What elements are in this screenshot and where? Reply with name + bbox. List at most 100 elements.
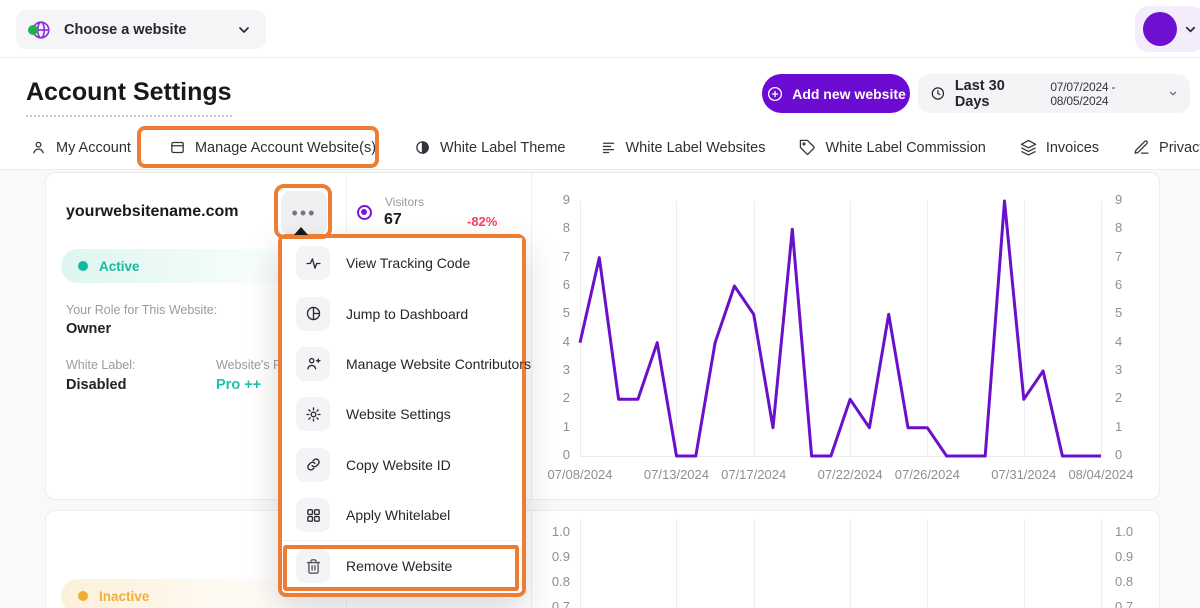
white-label-label: White Label: — [66, 358, 135, 372]
menu-item-jump-to-dashboard[interactable]: Jump to Dashboard — [282, 288, 522, 338]
inactive-dot — [78, 591, 88, 601]
gridline — [1024, 519, 1025, 608]
status-green-dot — [28, 25, 38, 35]
status-label: Active — [99, 259, 140, 274]
activity-icon — [296, 246, 330, 280]
menu-item-manage-website-contributors[interactable]: Manage Website Contributors — [282, 339, 522, 389]
gridline — [927, 519, 928, 608]
tab-label: Invoices — [1046, 140, 1099, 156]
y-axis-label-right: 0.7 — [1115, 599, 1133, 608]
menu-item-label: Apply Whitelabel — [346, 507, 450, 523]
white-label-value: Disabled — [66, 377, 126, 393]
tag-icon — [799, 139, 816, 156]
gridline — [754, 519, 755, 608]
menu-item-view-tracking-code[interactable]: View Tracking Code — [282, 238, 522, 288]
chevron-down-icon — [236, 22, 252, 38]
tab-label: Privacy Consents — [1159, 140, 1200, 156]
website-actions-menu: View Tracking Code Jump to Dashboard Man… — [278, 234, 526, 597]
menu-item-copy-website-id[interactable]: Copy Website ID — [282, 440, 522, 490]
second-chart: 1.0 1.0 0.9 0.9 0.8 0.8 0.7 0.7 — [531, 511, 1161, 608]
add-button-label: Add new website — [792, 86, 906, 102]
visitors-line — [532, 173, 1162, 501]
menu-item-website-settings[interactable]: Website Settings — [282, 389, 522, 439]
role-label: Your Role for This Website: — [66, 303, 217, 317]
avatar — [1143, 12, 1177, 46]
y-axis-label-left: 1.0 — [540, 524, 570, 539]
topbar: Choose a website — [0, 0, 1200, 58]
y-axis-label-right: 0.9 — [1115, 549, 1133, 564]
tab-white-label-theme[interactable]: White Label Theme — [414, 139, 565, 156]
active-dot — [78, 261, 88, 271]
menu-item-label: Website Settings — [346, 406, 451, 422]
tab-my-account[interactable]: My Account — [30, 139, 131, 156]
tab-label: White Label Websites — [626, 140, 766, 156]
link-icon — [296, 448, 330, 482]
tab-label: My Account — [56, 140, 131, 156]
menu-item-label: Manage Website Contributors — [346, 356, 531, 372]
tab-invoices[interactable]: Invoices — [1020, 139, 1099, 156]
browser-icon — [169, 139, 186, 156]
tab-manage-account-websites[interactable]: Manage Account Website(s) — [165, 139, 380, 156]
visitors-metric-value: 67 — [384, 211, 402, 229]
visitors-metric-change: -82% — [467, 214, 497, 229]
date-range-label: Last 30 Days — [955, 78, 1038, 110]
tab-label: White Label Commission — [825, 140, 985, 156]
visitors-chart: 0011223344556677889907/08/202407/13/2024… — [531, 173, 1161, 499]
tab-label: White Label Theme — [440, 140, 565, 156]
status-badge-inactive: Inactive — [61, 579, 301, 608]
chevron-down-icon — [1183, 22, 1198, 37]
date-range-picker[interactable]: Last 30 Days 07/07/2024 - 08/05/2024 — [918, 74, 1190, 113]
user-icon — [30, 139, 47, 156]
clock-icon — [930, 85, 946, 102]
contrast-icon — [414, 139, 431, 156]
pie-chart-icon — [296, 297, 330, 331]
page-title: Account Settings — [26, 78, 232, 117]
user-plus-icon — [296, 347, 330, 381]
website-row-active: yourwebsitename.com ••• Active Your Role… — [45, 172, 1160, 500]
user-menu[interactable] — [1135, 6, 1200, 52]
y-axis-label-left: 0.8 — [540, 574, 570, 589]
trash-icon — [296, 549, 330, 583]
grid-icon — [296, 498, 330, 532]
layers-icon — [1020, 139, 1037, 156]
gear-icon — [296, 397, 330, 431]
tab-white-label-websites[interactable]: White Label Websites — [600, 139, 766, 156]
menu-item-label: Jump to Dashboard — [346, 306, 468, 322]
date-range-value: 07/07/2024 - 08/05/2024 — [1050, 80, 1167, 108]
website-row-inactive: Inactive 1.0 1.0 0.9 0.9 0.8 0.8 0.7 0.7 — [45, 510, 1160, 608]
y-axis-label-right: 0.8 — [1115, 574, 1133, 589]
menu-item-apply-whitelabel[interactable]: Apply Whitelabel — [282, 490, 522, 540]
y-axis-label-left: 0.9 — [540, 549, 570, 564]
settings-tabs: My Account Manage Account Website(s) Whi… — [0, 126, 1200, 170]
gridline — [580, 519, 581, 608]
gridline — [850, 519, 851, 608]
menu-caret — [293, 227, 309, 236]
tab-white-label-commission[interactable]: White Label Commission — [799, 139, 985, 156]
chevron-down-icon — [1168, 88, 1178, 99]
website-selector-label: Choose a website — [64, 22, 236, 38]
y-axis-label-right: 1.0 — [1115, 524, 1133, 539]
add-new-website-button[interactable]: Add new website — [762, 74, 910, 113]
account-settings-page: Choose a website Account Settings Add ne… — [0, 0, 1200, 608]
gridline — [676, 519, 677, 608]
menu-item-label: View Tracking Code — [346, 255, 470, 271]
header: Account Settings Add new website Last 30… — [0, 58, 1200, 126]
menu-item-remove-website[interactable]: Remove Website — [282, 540, 522, 590]
globe-icon — [30, 19, 52, 41]
gridline — [1101, 519, 1102, 608]
tab-privacy-consents[interactable]: Privacy Consents — [1133, 139, 1200, 156]
plan-value: Pro ++ — [216, 377, 261, 393]
plus-circle-icon — [766, 85, 784, 103]
website-domain: yourwebsitename.com — [66, 203, 239, 221]
visitors-metric-icon — [357, 205, 372, 220]
tab-label: Manage Account Website(s) — [195, 140, 376, 156]
role-value: Owner — [66, 321, 111, 337]
pen-icon — [1133, 139, 1150, 156]
list-icon — [600, 139, 617, 156]
visitors-metric-label: Visitors — [385, 195, 424, 209]
menu-item-label: Remove Website — [346, 558, 452, 574]
status-label: Inactive — [99, 589, 149, 604]
y-axis-label-left: 0.7 — [540, 599, 570, 608]
website-selector-dropdown[interactable]: Choose a website — [16, 10, 266, 49]
menu-item-label: Copy Website ID — [346, 457, 451, 473]
